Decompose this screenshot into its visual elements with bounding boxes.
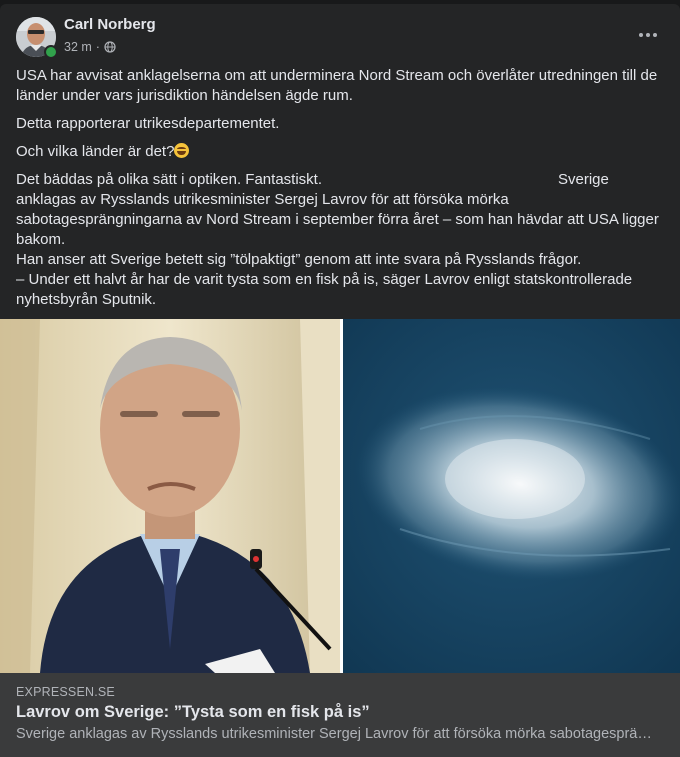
link-description: Sverige anklagas av Rysslands utrikesmin… [16,726,656,742]
link-preview-card[interactable]: EXPRESSEN.SE Lavrov om Sverige: ”Tysta s… [0,673,680,757]
meta-separator: · [95,40,100,54]
dot [646,33,650,37]
photo-right [343,319,680,673]
post-timestamp[interactable]: 32 m [64,40,92,54]
laughing-emoji-icon [174,143,190,158]
link-title[interactable]: Lavrov om Sverige: ”Tysta som en fisk på… [16,703,370,722]
post-paragraph: Och vilka länder är det? [16,142,664,162]
post-question: Och vilka länder är det? [16,143,175,160]
commentary-line: – Under ett halvt år har de varit tysta … [16,271,633,308]
post-card: Carl Norberg 32 m · USA har avvisat ankl… [0,4,680,757]
dot [639,33,643,37]
post-meta: 32 m · [64,40,116,54]
online-status-indicator [44,45,58,59]
post-commentary: Det bäddas på olika sätt i optiken. Fant… [16,170,664,310]
post-paragraph: USA har avvisat anklagelserna om att und… [16,67,658,104]
commentary-line: Det bäddas på olika sätt i optiken. Fant… [16,171,322,188]
post-text: USA har avvisat anklagelserna om att und… [0,66,680,310]
globe-icon[interactable] [104,41,116,53]
author-name[interactable]: Carl Norberg [64,16,156,33]
post-paragraph: Detta rapporterar utrikesdepartementet. [16,115,280,132]
post-header: Carl Norberg 32 m · [0,4,680,66]
more-options-icon[interactable] [630,21,666,49]
commentary-line: anklagas av Rysslands utrikesminister Se… [16,191,659,248]
link-preview-image[interactable] [0,319,680,673]
commentary-line: Han anser att Sverige betett sig ”tölpak… [16,251,582,268]
commentary-line: Sverige [558,171,609,188]
dot [653,33,657,37]
photo-left [0,319,340,673]
link-domain: EXPRESSEN.SE [16,685,115,699]
